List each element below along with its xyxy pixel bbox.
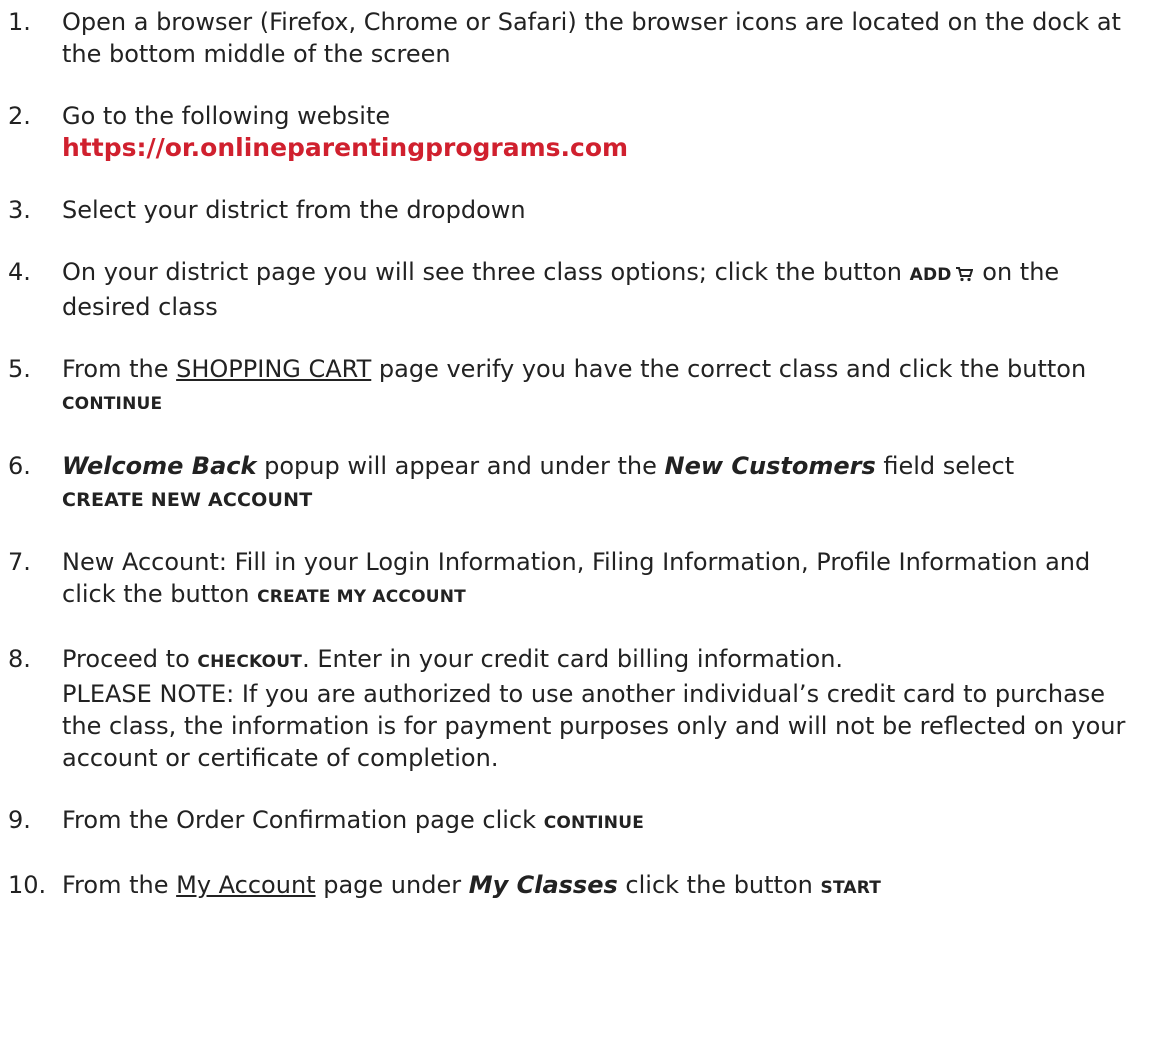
step-number: 4. (8, 258, 31, 286)
step-number: 1. (8, 8, 31, 36)
step-text-after: click the button (625, 871, 813, 899)
continue-button-label: CONTINUE (62, 394, 163, 414)
my-classes-label: My Classes (468, 871, 618, 899)
step-text: Open a browser (Firefox, Chrome or Safar… (62, 8, 1121, 68)
step-number: 7. (8, 548, 31, 576)
step-number: 8. (8, 645, 31, 673)
continue-button-label: CONTINUE (543, 813, 645, 833)
step-text: Go to the following website (62, 102, 391, 130)
step-text: From the (62, 871, 169, 899)
step-1: 1. Open a browser (Firefox, Chrome or Sa… (8, 6, 1136, 70)
step-text: From the Order Confirmation page click (62, 806, 537, 834)
step-number: 5. (8, 355, 31, 383)
step-text-middle: popup will appear and under the (264, 452, 657, 480)
step-4: 4. On your district page you will see th… (8, 256, 1136, 323)
shopping-cart-page-label: SHOPPING CART (176, 355, 372, 383)
instructions-page: 1. Open a browser (Firefox, Chrome or Sa… (0, 0, 1166, 1046)
checkout-label: CHECKOUT (197, 652, 303, 672)
step-number: 10. (8, 871, 47, 899)
step-number: 9. (8, 806, 31, 834)
add-button-label: ADD (909, 265, 952, 285)
step-number: 2. (8, 102, 31, 130)
step-number: 6. (8, 452, 31, 480)
step-10: 10. From the My Account page under My Cl… (8, 869, 1136, 904)
step-text-after: field select (883, 452, 1015, 480)
step-6: 6. Welcome Back popup will appear and un… (8, 450, 1136, 516)
step-text-middle: page verify you have the correct class a… (378, 355, 1087, 383)
step-text: On your district page you will see three… (62, 258, 902, 286)
steps-list: 1. Open a browser (Firefox, Chrome or Sa… (8, 6, 1136, 904)
step-text-after: . Enter in your credit card billing info… (302, 645, 844, 673)
step-2: 2. Go to the following website https://o… (8, 100, 1136, 164)
step-9: 9. From the Order Confirmation page clic… (8, 804, 1136, 839)
shopping-cart-icon (955, 258, 974, 290)
step-number: 3. (8, 196, 31, 224)
step-text-middle: page under (323, 871, 462, 899)
website-link[interactable]: https://or.onlineparentingprograms.com (62, 133, 628, 162)
create-my-account-label: CREATE MY ACCOUNT (257, 587, 466, 607)
step-text: New Account: Fill in your Login Informat… (62, 548, 1091, 608)
step-7: 7. New Account: Fill in your Login Infor… (8, 546, 1136, 613)
payment-note: PLEASE NOTE: If you are authorized to us… (62, 680, 1126, 772)
my-account-page-label: My Account (176, 871, 316, 899)
step-text: Proceed to (62, 645, 190, 673)
start-button-label: START (820, 878, 882, 898)
step-5: 5. From the SHOPPING CART page verify yo… (8, 353, 1136, 420)
welcome-back-label: Welcome Back (62, 452, 257, 480)
step-text: Select your district from the dropdown (62, 196, 526, 224)
new-customers-label: New Customers (664, 452, 876, 480)
create-new-account-label: CREATE NEW ACCOUNT (62, 489, 313, 511)
step-8: 8. Proceed to CHECKOUT. Enter in your cr… (8, 643, 1136, 774)
step-3: 3. Select your district from the dropdow… (8, 194, 1136, 226)
step-text: From the (62, 355, 169, 383)
